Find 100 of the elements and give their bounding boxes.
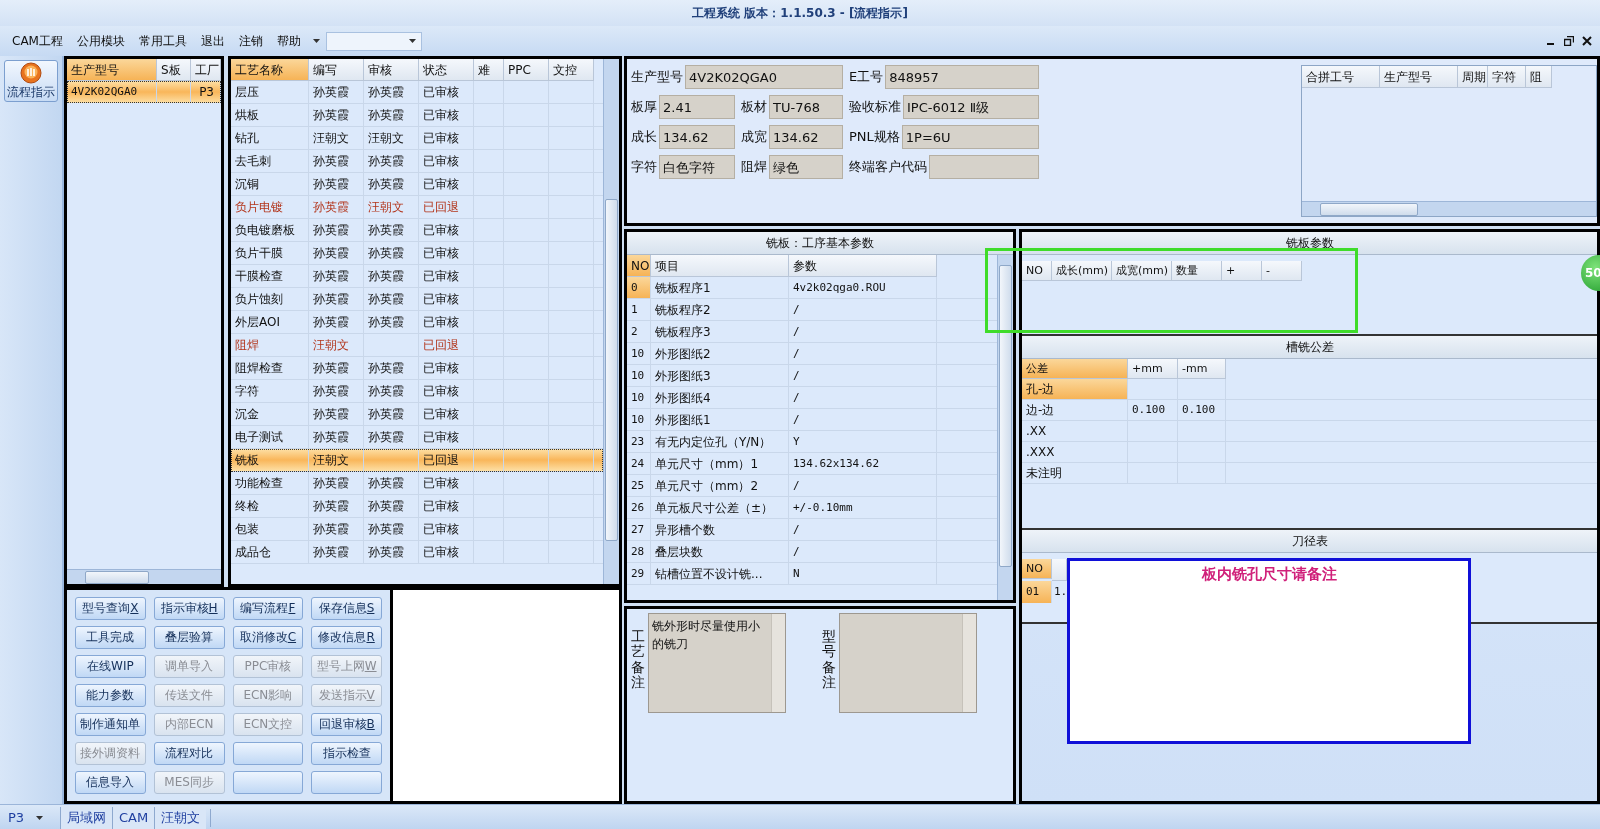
horizontal-scrollbar[interactable] [67, 569, 221, 584]
action-button[interactable]: 流程对比 [153, 742, 225, 765]
column-header[interactable]: 周期 [1458, 66, 1488, 88]
column-header[interactable]: 参数 [789, 255, 937, 277]
action-button[interactable]: 保存信息S [311, 597, 382, 620]
column-header[interactable]: PPC [504, 59, 549, 81]
table-row[interactable]: 去毛刺 孙英霞 孙英霞 已审核 [231, 150, 603, 173]
column-header[interactable]: 数量 [1172, 261, 1222, 281]
table-cell[interactable]: 10 [627, 409, 651, 430]
remark-field[interactable] [839, 613, 977, 713]
input-field[interactable]: 绿色 [769, 155, 843, 179]
factory-dropdown[interactable]: P3 [0, 810, 60, 825]
action-button[interactable] [311, 771, 382, 794]
table-cell[interactable]: 未注明 [1022, 463, 1128, 483]
column-header[interactable] [1052, 559, 1067, 581]
column-header[interactable]: 阻 [1526, 66, 1552, 88]
action-button[interactable]: 信息导入 [75, 771, 146, 794]
column-header[interactable]: NO [1022, 559, 1052, 579]
table-cell[interactable]: 29 [627, 563, 651, 584]
input-field[interactable]: 134.62 [769, 125, 843, 149]
table-row[interactable]: 负片蚀刻 孙英霞 孙英霞 已审核 [231, 288, 603, 311]
column-header[interactable]: 文控 [549, 59, 594, 81]
action-button[interactable]: 修改信息R [311, 626, 382, 649]
action-button[interactable] [232, 742, 304, 765]
table-cell[interactable]: 26 [627, 497, 651, 518]
column-header[interactable]: 审核 [364, 59, 419, 81]
table-cell[interactable]: 1 [627, 299, 651, 320]
nav-button[interactable]: 流程指示 [4, 60, 58, 102]
table-cell[interactable]: 10 [627, 343, 651, 364]
table-cell[interactable]: 2 [627, 321, 651, 342]
table-row[interactable]: 负电镀磨板 孙英霞 孙英霞 已审核 [231, 219, 603, 242]
input-field[interactable]: 4V2K02QGA0 [685, 65, 843, 89]
menu-item[interactable]: 公用模块 [70, 30, 131, 52]
table-row[interactable]: 成品仓 孙英霞 孙英霞 已审核 [231, 541, 603, 564]
action-button[interactable]: 编写流程F [232, 597, 304, 620]
vertical-scrollbar[interactable] [603, 59, 619, 584]
table-row[interactable]: 干膜检查 孙英霞 孙英霞 已审核 [231, 265, 603, 288]
close-icon[interactable] [1582, 36, 1592, 46]
table-row[interactable]: 包装 孙英霞 孙英霞 已审核 [231, 518, 603, 541]
action-button[interactable]: 叠层验算 [153, 626, 225, 649]
table-cell[interactable]: .XXX [1022, 442, 1128, 462]
action-button[interactable]: 工具完成 [75, 626, 146, 649]
table-cell[interactable]: 10 [627, 387, 651, 408]
table-row[interactable]: 烘板 孙英霞 孙英霞 已审核 [231, 104, 603, 127]
column-header[interactable]: NO [627, 255, 651, 277]
column-header[interactable]: +mm [1128, 359, 1178, 379]
action-button[interactable]: 型号查询X [75, 597, 146, 620]
horizontal-scrollbar[interactable] [1302, 201, 1596, 216]
table-row[interactable]: 负片干膜 孙英霞 孙英霞 已审核 [231, 242, 603, 265]
table-cell[interactable]: .XX [1022, 421, 1128, 441]
input-field[interactable] [929, 155, 1039, 179]
table-row[interactable]: 层压 孙英霞 孙英霞 已审核 [231, 81, 603, 104]
action-button[interactable]: 取消修改C [232, 626, 304, 649]
action-button[interactable]: 制作通知单 [75, 713, 146, 736]
menu-item[interactable]: 注销 [232, 30, 269, 52]
table-cell[interactable]: 28 [627, 541, 651, 562]
column-header[interactable]: 编写 [309, 59, 364, 81]
table-row[interactable]: 阻焊 汪朝文 已回退 [231, 334, 603, 357]
remark-field[interactable]: 铣外形时尽量使用小的铣刀 [648, 613, 786, 713]
column-header[interactable]: - [1262, 261, 1302, 281]
menu-item[interactable]: 帮助 [270, 30, 307, 52]
input-field[interactable]: 1P=6U [901, 125, 1039, 149]
column-header[interactable]: 工厂 [191, 59, 221, 81]
vertical-scrollbar[interactable] [997, 255, 1013, 600]
menu-item[interactable]: 常用工具 [132, 30, 193, 52]
action-button[interactable]: 指示审核H [153, 597, 225, 620]
table-cell[interactable]: 0 [627, 277, 651, 298]
column-header[interactable]: 项目 [651, 255, 789, 277]
table-row[interactable]: 4V2K02QGA0 P3 [67, 81, 221, 103]
column-header[interactable]: + [1222, 261, 1262, 281]
table-row[interactable]: 铣板 汪朝文 已回退 [231, 449, 603, 472]
table-cell[interactable]: 10 [627, 365, 651, 386]
column-header[interactable]: NO [1022, 261, 1052, 281]
table-cell[interactable]: 边-边 [1022, 400, 1128, 420]
table-cell[interactable]: 27 [627, 519, 651, 540]
column-header[interactable]: 难 [474, 59, 504, 81]
column-header[interactable]: 成宽(mm) [1112, 261, 1172, 281]
input-field[interactable]: 848957 [885, 65, 1039, 89]
column-header[interactable]: 工艺名称 [231, 59, 309, 81]
input-field[interactable]: 2.41 [659, 95, 735, 119]
column-header[interactable]: -mm [1178, 359, 1226, 379]
input-field[interactable]: TU-768 [769, 95, 843, 119]
column-header[interactable]: 生产型号 [67, 59, 157, 81]
input-field[interactable]: 134.62 [659, 125, 735, 149]
action-button[interactable] [232, 771, 304, 794]
table-cell[interactable]: 孔-边 [1022, 379, 1128, 399]
column-header[interactable]: 合拼工号 [1302, 66, 1380, 88]
restore-icon[interactable] [1564, 36, 1574, 46]
table-row[interactable]: 沉金 孙英霞 孙英霞 已审核 [231, 403, 603, 426]
table-row[interactable]: 负片电镀 孙英霞 汪朝文 已回退 [231, 196, 603, 219]
table-row[interactable]: 钻孔 汪朝文 汪朝文 已审核 [231, 127, 603, 150]
column-header[interactable]: 状态 [419, 59, 474, 81]
column-header[interactable]: 生产型号 [1380, 66, 1458, 88]
column-header[interactable]: S板 [157, 59, 191, 81]
caret-icon[interactable] [312, 39, 320, 43]
table-cell[interactable]: 25 [627, 475, 651, 496]
table-row[interactable]: 沉铜 孙英霞 孙英霞 已审核 [231, 173, 603, 196]
action-button[interactable]: 能力参数 [75, 684, 146, 707]
column-header[interactable]: 字符 [1488, 66, 1526, 88]
column-header[interactable]: 公差 [1022, 359, 1128, 379]
